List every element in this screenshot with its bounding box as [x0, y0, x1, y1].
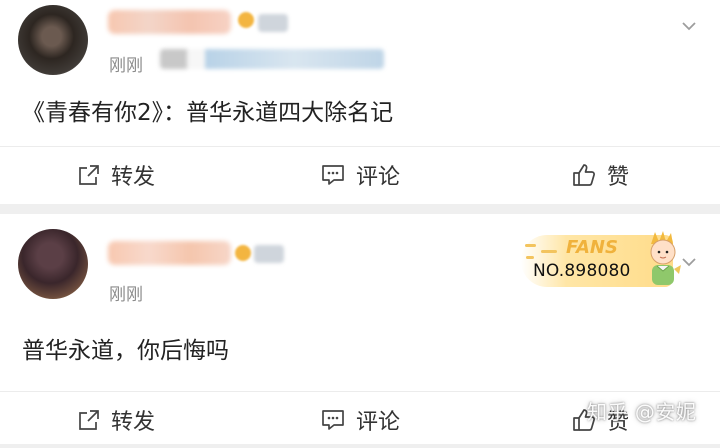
comment-icon: [322, 410, 344, 430]
post-actions: 转发 评论 赞: [0, 147, 720, 203]
post-source-blurred: [160, 49, 384, 69]
member-badge: [235, 245, 251, 261]
speed-line: [525, 244, 536, 247]
like-button[interactable]: 赞: [571, 147, 629, 203]
avatar[interactable]: [18, 5, 88, 75]
share-button[interactable]: 转发: [77, 392, 155, 448]
share-button[interactable]: 转发: [77, 147, 155, 203]
little-prince-icon: [650, 231, 681, 285]
comment-button[interactable]: 评论: [320, 147, 400, 203]
comment-button[interactable]: 评论: [320, 392, 400, 448]
speed-line: [526, 256, 534, 259]
chevron-down-icon[interactable]: [680, 253, 698, 271]
comment-label: 评论: [356, 410, 401, 435]
fans-badge[interactable]: FANS NO.898080: [521, 228, 689, 298]
comment-label: 评论: [356, 165, 401, 190]
avatar[interactable]: [18, 229, 88, 299]
speed-line: [541, 250, 557, 253]
level-badge: [258, 14, 288, 32]
username-blurred[interactable]: [108, 241, 231, 265]
post-time: 刚刚: [109, 285, 143, 305]
share-icon: [79, 410, 99, 430]
post-content: 《青春有你2》：普华永道四大除名记: [22, 100, 394, 126]
fans-badge-title: FANS: [566, 237, 618, 258]
comment-icon: [322, 165, 344, 185]
share-label: 转发: [111, 410, 156, 435]
post-time: 刚刚: [109, 56, 143, 76]
fans-badge-number: NO.898080: [533, 261, 631, 281]
like-icon: [573, 164, 595, 186]
weibo-post-1: 刚刚 《青春有你2》：普华永道四大除名记 转发 评论 赞: [0, 0, 720, 204]
member-badge: [238, 12, 254, 28]
share-label: 转发: [111, 165, 156, 190]
level-badge: [254, 245, 284, 263]
like-label: 赞: [607, 165, 630, 190]
post-content: 普华永道，你后悔吗: [22, 338, 229, 364]
share-icon: [79, 165, 99, 185]
watermark: 知乎 @安妮: [587, 400, 697, 424]
chevron-down-icon[interactable]: [680, 17, 698, 35]
username-blurred[interactable]: [108, 10, 231, 34]
